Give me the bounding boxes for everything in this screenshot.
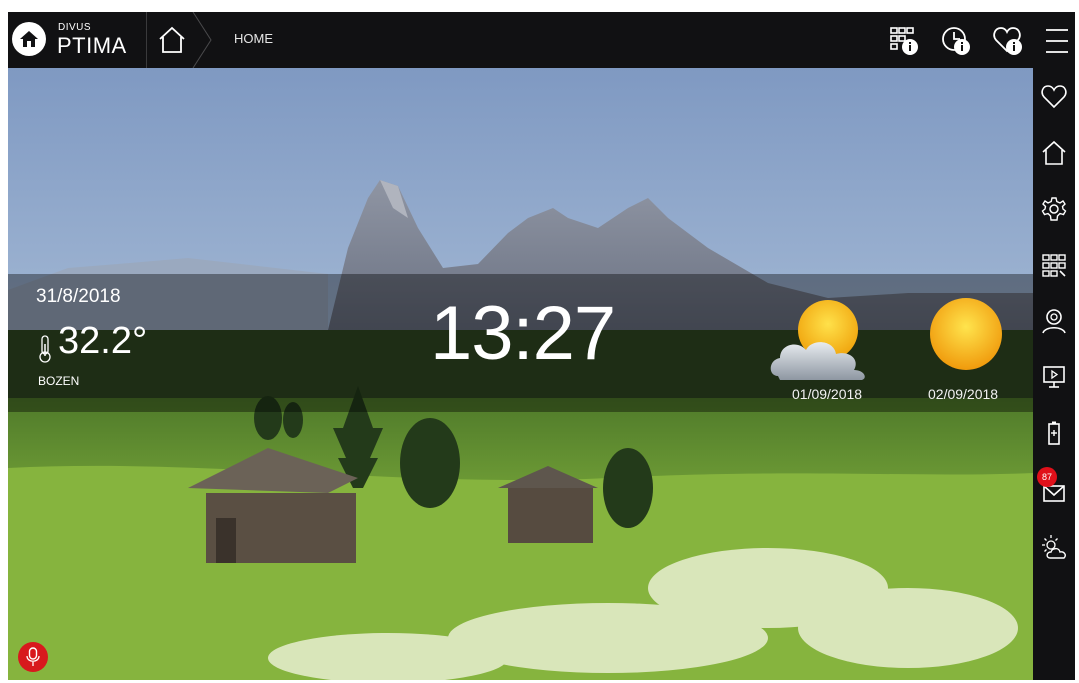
microphone-icon <box>26 647 40 666</box>
home-icon[interactable] <box>1041 140 1067 166</box>
right-sidebar <box>1033 68 1075 680</box>
room-info-icon[interactable] <box>888 24 922 58</box>
top-bar: DIVUS PTIMA HOME <box>8 12 1075 69</box>
app-frame: DIVUS PTIMA HOME 31/8/2018 32.2° BOZEN 1… <box>8 12 1075 680</box>
microphone-button[interactable] <box>18 642 48 672</box>
current-temperature: 32.2° <box>58 320 148 362</box>
mail-count-badge: 87 <box>1037 467 1057 487</box>
logo-home-icon <box>12 22 46 56</box>
forecast-date-1: 01/09/2018 <box>792 386 863 402</box>
thermometer-icon <box>38 334 52 364</box>
divider <box>146 12 147 68</box>
menu-icon[interactable] <box>1040 24 1074 58</box>
favorite-info-icon[interactable] <box>992 24 1026 58</box>
partly-cloudy-icon[interactable] <box>766 294 882 386</box>
settings-icon[interactable] <box>1041 196 1067 222</box>
logo-small-text: DIVUS <box>58 22 92 33</box>
divus-optima-logo[interactable]: DIVUS PTIMA <box>12 22 148 58</box>
user-icon[interactable] <box>1041 308 1067 334</box>
sunny-icon[interactable] <box>926 294 1006 374</box>
battery-icon[interactable] <box>1041 420 1067 446</box>
clock: 13:27 <box>430 291 616 376</box>
favorites-icon[interactable] <box>1041 84 1067 110</box>
breadcrumb-separator-icon <box>191 12 213 69</box>
logo-big-text: PTIMA <box>57 33 127 58</box>
rooms-icon[interactable] <box>1041 252 1067 278</box>
breadcrumb[interactable]: HOME <box>234 31 273 46</box>
home-icon[interactable] <box>156 24 188 56</box>
weather-icon[interactable] <box>1041 534 1067 560</box>
current-date: 31/8/2018 <box>36 286 121 307</box>
forecast-date-2: 02/09/2018 <box>928 386 999 402</box>
city-name: BOZEN <box>38 374 80 388</box>
clock-info-icon[interactable] <box>940 24 974 58</box>
media-icon[interactable] <box>1041 364 1067 390</box>
